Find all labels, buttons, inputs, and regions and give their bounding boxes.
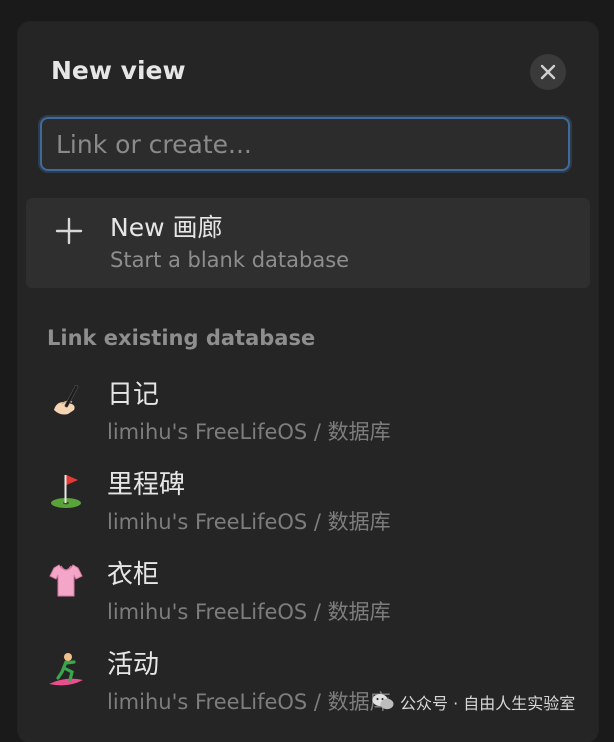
- search-input[interactable]: [54, 128, 556, 160]
- search-field[interactable]: [40, 117, 570, 171]
- shirt-icon: [49, 564, 83, 597]
- database-name: 活动: [107, 650, 160, 680]
- database-name: 衣柜: [107, 560, 160, 590]
- dialog-title: New view: [51, 56, 186, 85]
- surfer-icon: [49, 653, 83, 686]
- close-button[interactable]: [530, 54, 566, 90]
- database-name: 里程碑: [107, 470, 186, 500]
- section-label: Link existing database: [47, 326, 316, 350]
- database-path: limihu's FreeLifeOS / 数据库: [107, 510, 391, 534]
- database-item-diary[interactable]: 日记 limihu's FreeLifeOS / 数据库: [26, 370, 590, 458]
- database-name: 日记: [107, 380, 160, 410]
- database-path: limihu's FreeLifeOS / 数据库: [107, 690, 391, 714]
- database-item-activity[interactable]: 活动 limihu's FreeLifeOS / 数据库: [26, 640, 590, 728]
- wechat-icon: [372, 694, 394, 710]
- golf-flag-icon: [51, 475, 81, 508]
- watermark: 公众号 · 自由人生实验室: [372, 690, 575, 714]
- new-option-title: New 画廊: [110, 213, 223, 242]
- watermark-text: 公众号 · 自由人生实验室: [400, 694, 576, 713]
- database-path: limihu's FreeLifeOS / 数据库: [107, 600, 391, 624]
- new-option-subtitle: Start a blank database: [110, 248, 350, 272]
- new-view-dialog: New view New 画廊 Start a blank database L…: [18, 22, 598, 742]
- plus-icon: [55, 217, 83, 245]
- writing-hand-icon: [54, 385, 79, 415]
- database-item-wardrobe[interactable]: 衣柜 limihu's FreeLifeOS / 数据库: [26, 550, 590, 638]
- close-icon: [540, 64, 556, 80]
- database-item-milestone[interactable]: 里程碑 limihu's FreeLifeOS / 数据库: [26, 460, 590, 548]
- new-database-option[interactable]: New 画廊 Start a blank database: [26, 198, 590, 288]
- database-path: limihu's FreeLifeOS / 数据库: [107, 420, 391, 444]
